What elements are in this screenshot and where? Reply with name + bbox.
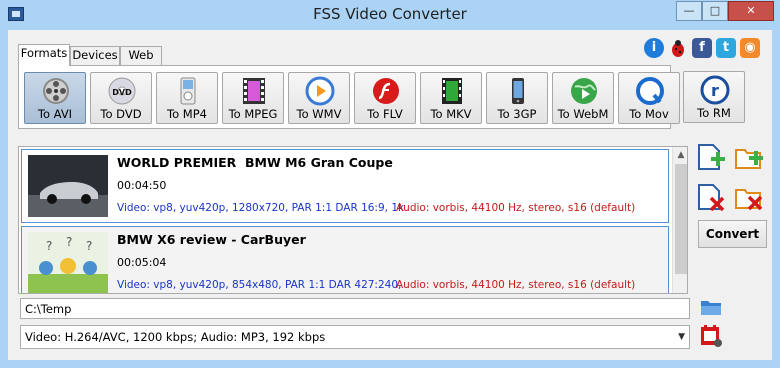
bug-report-icon[interactable] (668, 38, 688, 58)
tab-formats[interactable]: Formats (18, 44, 70, 66)
list-item[interactable]: WORLD PREMIER BMW M6 Gran Coupe 00:04:50… (21, 149, 669, 223)
info-button[interactable]: i (644, 38, 664, 58)
to-rm-button[interactable]: r To RM (683, 71, 745, 123)
remove-file-button[interactable] (696, 182, 726, 212)
svg-text:?: ? (66, 235, 72, 249)
twitter-button[interactable]: t (716, 38, 736, 58)
mpeg-filmstrip-icon (243, 78, 265, 104)
svg-text:?: ? (86, 239, 92, 253)
to-wmv-button[interactable]: To WMV (288, 72, 350, 124)
convert-button[interactable]: Convert (698, 220, 767, 248)
output-folder-input[interactable] (20, 298, 690, 319)
scroll-up-arrow-icon[interactable]: ▲ (673, 147, 687, 163)
video-info: Video: vp8, yuv420p, 1280x720, PAR 1:1 D… (117, 202, 405, 214)
mobile-phone-icon (512, 78, 524, 104)
browse-folder-icon[interactable] (700, 297, 722, 317)
to-dvd-button[interactable]: DVD To DVD (90, 72, 152, 124)
mkv-filmstrip-icon (442, 78, 462, 104)
app-window: FSS Video Converter — □ ✕ Formats Device… (0, 0, 780, 368)
list-scrollbar[interactable]: ▲ (672, 147, 687, 293)
to-wmv-label: To WMV (296, 107, 342, 121)
preset-settings-icon[interactable] (699, 323, 723, 349)
to-mov-button[interactable]: To Mov (618, 72, 680, 124)
minimize-button[interactable]: — (676, 1, 702, 21)
to-mpeg-label: To MPEG (228, 107, 278, 121)
svg-text:DVD: DVD (112, 88, 132, 97)
tab-web[interactable]: Web (120, 46, 162, 65)
window-title: FSS Video Converter (313, 5, 467, 23)
chevron-down-icon[interactable]: ▼ (678, 326, 685, 348)
video-thumbnail: ? ? ? (28, 232, 108, 293)
title-bar[interactable]: FSS Video Converter — □ ✕ (0, 0, 780, 30)
video-thumbnail (28, 155, 108, 217)
ipod-icon (180, 77, 196, 105)
to-3gp-button[interactable]: To 3GP (486, 72, 548, 124)
add-folder-button[interactable] (734, 142, 764, 172)
add-file-button[interactable] (696, 142, 726, 172)
svg-text:r: r (711, 81, 719, 100)
file-name: WORLD PREMIER BMW M6 Gran Coupe (117, 155, 393, 170)
scroll-thumb[interactable] (675, 164, 687, 274)
file-list[interactable]: WORLD PREMIER BMW M6 Gran Coupe 00:04:50… (18, 146, 688, 294)
output-preset-value: Video: H.264/AVC, 1200 kbps; Audio: MP3,… (25, 330, 326, 344)
rss-button[interactable]: ◉ (740, 38, 760, 58)
quicktime-icon (636, 77, 664, 105)
file-duration: 00:04:50 (117, 179, 167, 192)
to-mkv-label: To MKV (430, 107, 472, 121)
to-mp4-label: To MP4 (167, 107, 207, 121)
dvd-disc-icon: DVD (108, 77, 136, 105)
svg-text:?: ? (46, 239, 52, 253)
output-preset-select[interactable]: Video: H.264/AVC, 1200 kbps; Audio: MP3,… (20, 325, 690, 349)
client-area: Formats Devices Web To AVI DVD To DVD To… (8, 30, 772, 360)
to-dvd-label: To DVD (100, 107, 142, 121)
file-name: BMW X6 review - CarBuyer (117, 232, 306, 247)
to-webm-button[interactable]: To WebM (552, 72, 614, 124)
to-mpeg-button[interactable]: To MPEG (222, 72, 284, 124)
formats-panel: To AVI DVD To DVD To MP4 To MPEG To WMV … (18, 65, 680, 129)
audio-info: Audio: vorbis, 44100 Hz, stereo, s16 (de… (396, 279, 636, 291)
to-3gp-label: To 3GP (497, 107, 537, 121)
to-avi-label: To AVI (37, 107, 73, 121)
film-reel-icon (43, 78, 69, 104)
to-mp4-button[interactable]: To MP4 (156, 72, 218, 124)
to-rm-label: To RM (697, 106, 731, 120)
remove-all-button[interactable] (734, 182, 764, 212)
audio-info: Audio: vorbis, 44100 Hz, stereo, s16 (de… (396, 202, 636, 214)
list-item[interactable]: ? ? ? BMW X6 review - CarBuyer 00:05:04 … (21, 226, 669, 293)
to-mov-label: To Mov (629, 107, 669, 121)
close-button[interactable]: ✕ (728, 1, 774, 21)
to-avi-button[interactable]: To AVI (24, 72, 86, 124)
tab-devices[interactable]: Devices (70, 46, 120, 65)
flash-icon (373, 78, 399, 104)
realmedia-icon: r (700, 75, 730, 105)
video-info: Video: vp8, yuv420p, 854x480, PAR 1:1 DA… (117, 279, 402, 291)
windows-media-icon (305, 76, 335, 106)
webm-globe-icon (571, 78, 597, 104)
to-mkv-button[interactable]: To MKV (420, 72, 482, 124)
to-webm-label: To WebM (557, 107, 609, 121)
facebook-button[interactable]: f (692, 38, 712, 58)
maximize-button[interactable]: □ (702, 1, 728, 21)
to-flv-button[interactable]: To FLV (354, 72, 416, 124)
file-duration: 00:05:04 (117, 256, 167, 269)
to-flv-label: To FLV (367, 107, 403, 121)
